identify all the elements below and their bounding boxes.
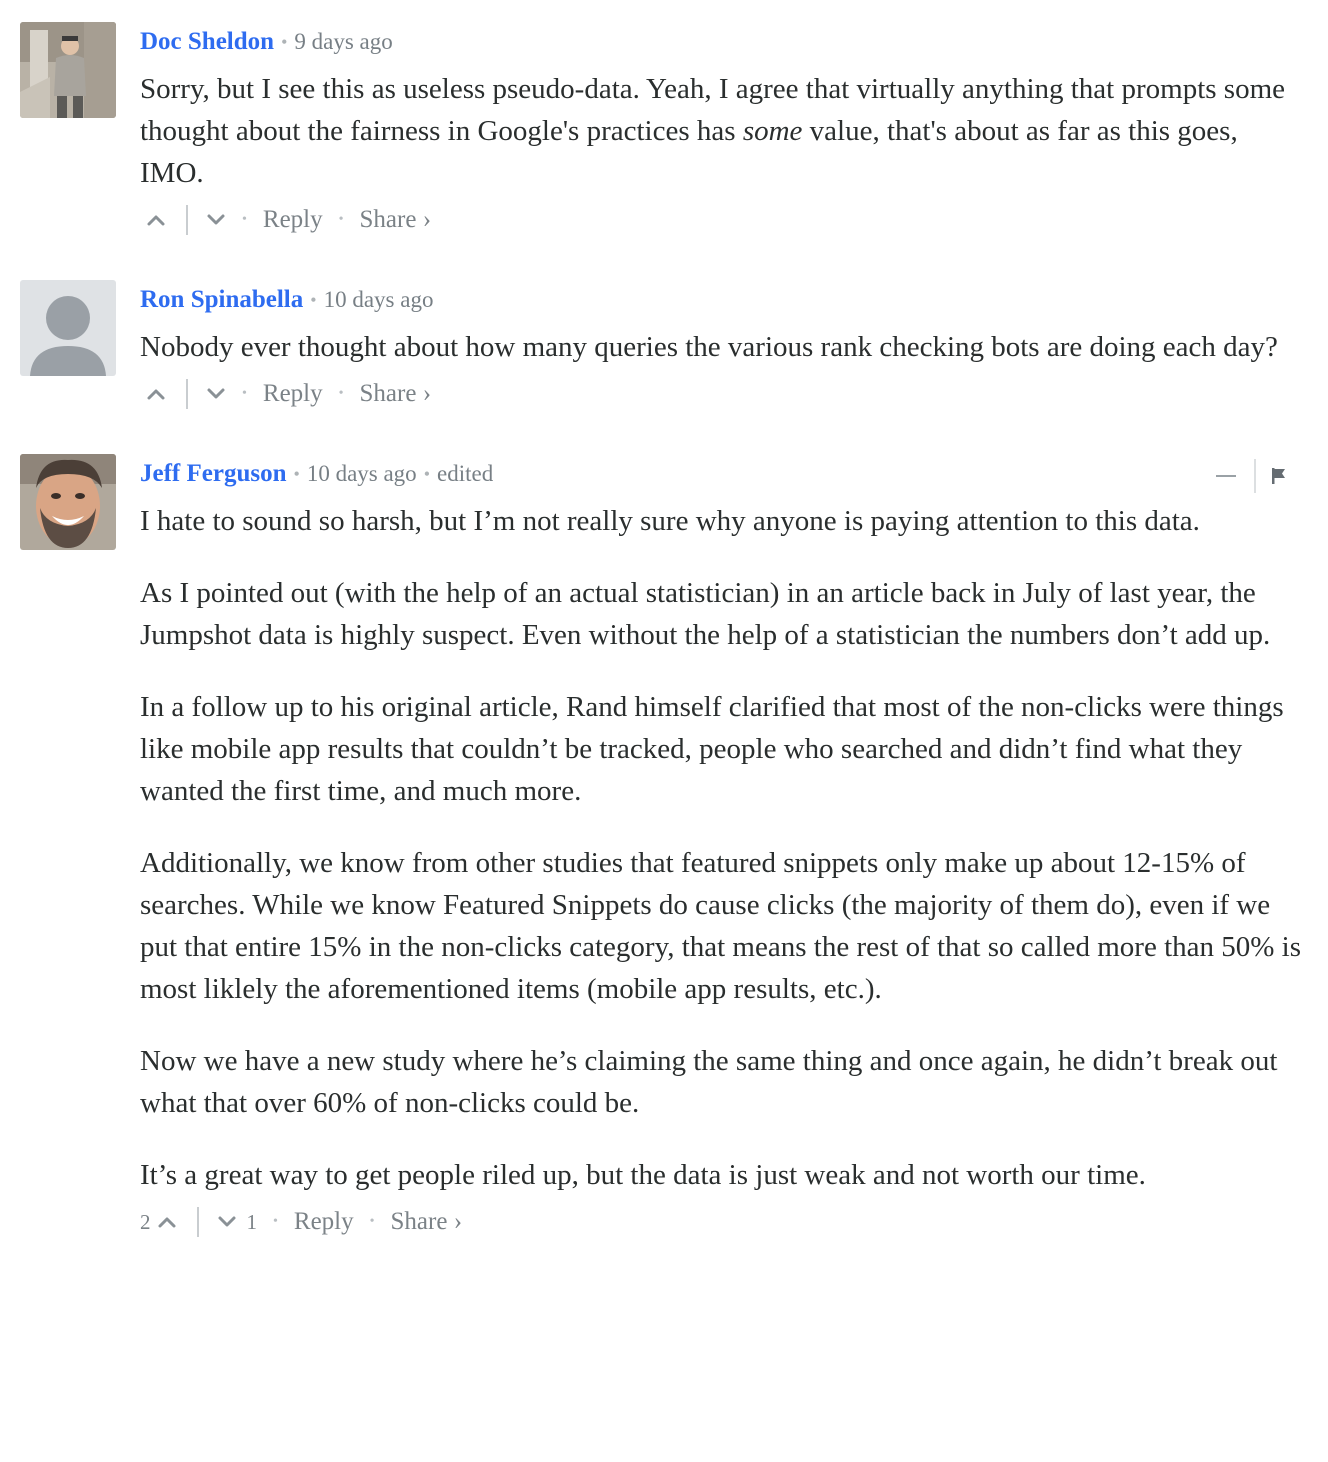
upvote-button[interactable]	[146, 387, 166, 401]
comment-header: Doc Sheldon • 9 days ago	[140, 22, 1306, 62]
comment-paragraph: I hate to sound so harsh, but I’m not re…	[140, 505, 1200, 537]
downvote-button[interactable]	[217, 1215, 237, 1229]
comment-menu	[1216, 458, 1288, 494]
comment-paragraph: Now we have a new study where he’s claim…	[140, 1045, 1278, 1119]
comment-footer: 2 1 • Reply • Share ›	[140, 1200, 1306, 1244]
comment: Ron Spinabella • 10 days ago Nobody ever…	[0, 280, 1328, 416]
share-button[interactable]: Share ›	[391, 1208, 463, 1236]
comment-paragraph: Sorry, but I see this as useless pseudo-…	[140, 68, 1306, 194]
separator-dot: •	[242, 212, 247, 227]
separator-dot: •	[273, 1214, 278, 1229]
comment: Jeff Ferguson • 10 days ago • edited I h…	[0, 454, 1328, 1244]
chevron-up-icon	[158, 1217, 175, 1228]
chevron-up-icon	[147, 215, 165, 226]
avatar[interactable]	[20, 280, 116, 376]
comment-paragraph: Additionally, we know from other studies…	[140, 847, 1301, 1005]
separator-dot: •	[338, 386, 344, 401]
vote-divider	[186, 379, 188, 409]
separator-dot: •	[338, 212, 344, 227]
downvote-count: 1	[246, 1209, 258, 1234]
comment-body: I hate to sound so harsh, but I’m not re…	[140, 500, 1306, 1196]
author-name[interactable]: Doc Sheldon	[140, 22, 274, 62]
reply-button[interactable]: Reply	[263, 206, 323, 234]
comment-paragraph: In a follow up to his original article, …	[140, 691, 1284, 807]
comment-footer: • Reply • Share ›	[140, 372, 1306, 416]
reply-button[interactable]: Reply	[294, 1208, 354, 1236]
chevron-down-icon	[218, 1216, 235, 1227]
comment-paragraph: As I pointed out (with the help of an ac…	[140, 577, 1271, 651]
separator-dot: •	[242, 386, 247, 401]
emphasis-text: some	[742, 115, 803, 147]
upvote-count: 2	[140, 1209, 151, 1234]
comment-footer: • Reply • Share ›	[140, 198, 1306, 242]
menu-divider	[1254, 459, 1256, 493]
separator-dot: •	[423, 464, 430, 484]
upvote-button[interactable]	[146, 213, 166, 227]
timestamp[interactable]: 9 days ago	[294, 22, 392, 62]
upvote-button[interactable]	[157, 1215, 177, 1229]
comment-paragraph: Nobody ever thought about how many queri…	[140, 331, 1278, 363]
flag-button[interactable]	[1270, 466, 1288, 486]
comment-body: Sorry, but I see this as useless pseudo-…	[140, 68, 1306, 194]
comment-paragraph: It’s a great way to get people riled up,…	[140, 1159, 1146, 1191]
avatar-image	[20, 454, 116, 550]
avatar[interactable]	[20, 22, 116, 118]
timestamp[interactable]: 10 days ago	[307, 454, 417, 494]
comment-header: Ron Spinabella • 10 days ago	[140, 280, 1306, 320]
chevron-up-icon	[147, 389, 165, 400]
chevron-down-icon	[207, 388, 225, 399]
separator-dot: •	[369, 1214, 375, 1229]
timestamp[interactable]: 10 days ago	[324, 280, 434, 320]
share-button[interactable]: Share ›	[360, 380, 432, 408]
default-avatar-icon	[20, 280, 116, 376]
comment-header: Jeff Ferguson • 10 days ago • edited	[140, 454, 1306, 494]
avatar[interactable]	[20, 454, 116, 550]
author-name[interactable]: Jeff Ferguson	[140, 454, 287, 494]
downvote-button[interactable]	[206, 213, 226, 227]
downvote-button[interactable]	[206, 387, 226, 401]
vote-divider	[186, 205, 188, 235]
separator-dot: •	[293, 464, 300, 484]
comment-body: Nobody ever thought about how many queri…	[140, 326, 1306, 368]
share-button[interactable]: Share ›	[360, 206, 432, 234]
minus-icon[interactable]	[1216, 475, 1236, 477]
comment-thread: Doc Sheldon • 9 days ago Sorry, but I se…	[0, 22, 1328, 1244]
comment: Doc Sheldon • 9 days ago Sorry, but I se…	[0, 22, 1328, 242]
flag-icon	[1272, 468, 1285, 484]
reply-button[interactable]: Reply	[263, 380, 323, 408]
author-name[interactable]: Ron Spinabella	[140, 280, 303, 320]
chevron-down-icon	[207, 214, 225, 225]
separator-dot: •	[281, 32, 288, 52]
separator-dot: •	[310, 290, 317, 310]
vote-divider	[196, 1207, 199, 1237]
edited-label: edited	[437, 461, 494, 486]
avatar-image	[20, 22, 116, 118]
